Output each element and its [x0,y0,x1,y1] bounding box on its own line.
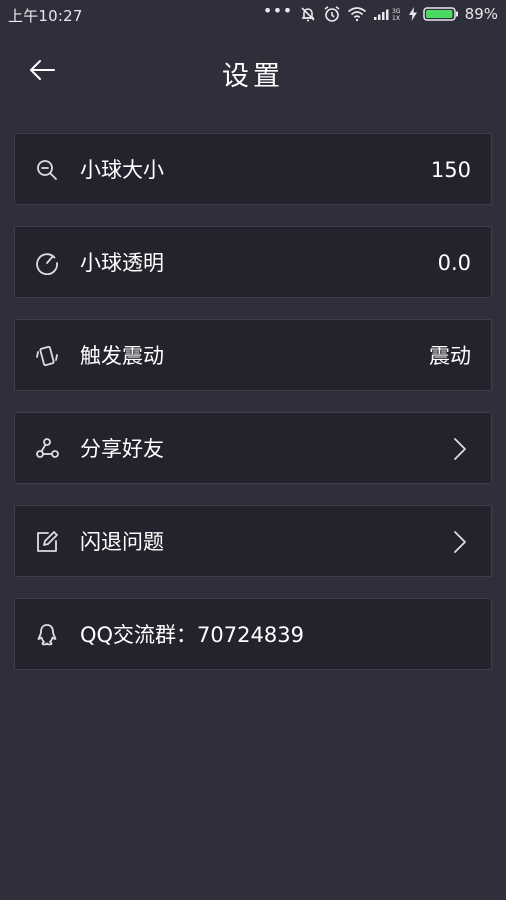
setting-value: 0.0 [437,251,471,275]
alarm-icon [323,5,341,23]
battery-icon [422,6,459,22]
wifi-icon [347,6,367,22]
setting-label: QQ交流群：70724839 [80,623,304,647]
page-title: 设置 [222,61,284,92]
setting-qq-group[interactable]: QQ交流群：70724839 [14,598,492,670]
settings-list: 小球大小 150 小球透明 0.0 触发震动 震动 分享好友 闪退问题 QQ交流… [14,133,492,691]
setting-label: 分享好友 [80,437,164,461]
status-time: 上午10:27 [8,7,83,25]
zoom-out-icon [35,158,59,182]
setting-ball-size[interactable]: 小球大小 150 [14,133,492,205]
speedometer-icon [35,251,59,275]
vibrate-icon [35,344,59,368]
chevron-right-icon [454,531,466,553]
setting-label: 触发震动 [80,344,164,368]
signal-3g-icon: 3G 1X [373,6,403,22]
more-dots-icon: ••• [262,1,293,20]
setting-label: 小球透明 [80,251,164,275]
svg-text:1X: 1X [392,15,400,22]
status-icons: ••• 3G 1X 89% [263,3,498,25]
setting-trigger-vibration[interactable]: 触发震动 震动 [14,319,492,391]
setting-crash-issue[interactable]: 闪退问题 [14,505,492,577]
svg-text:3G: 3G [392,8,401,15]
qq-icon [35,623,59,647]
battery-percent: 89% [464,5,498,23]
setting-share-friends[interactable]: 分享好友 [14,412,492,484]
header: 设置 [0,40,506,100]
charging-icon [408,7,417,21]
setting-value: 震动 [429,344,471,368]
chevron-right-icon [454,438,466,460]
setting-ball-opacity[interactable]: 小球透明 0.0 [14,226,492,298]
setting-label: 小球大小 [80,158,164,182]
setting-value: 150 [430,158,471,182]
share-icon [35,437,59,461]
setting-label: 闪退问题 [80,530,164,554]
status-bar: 上午10:27 ••• 3G 1X 89% [0,0,506,28]
edit-icon [35,530,59,554]
notifications-off-icon [299,5,317,23]
